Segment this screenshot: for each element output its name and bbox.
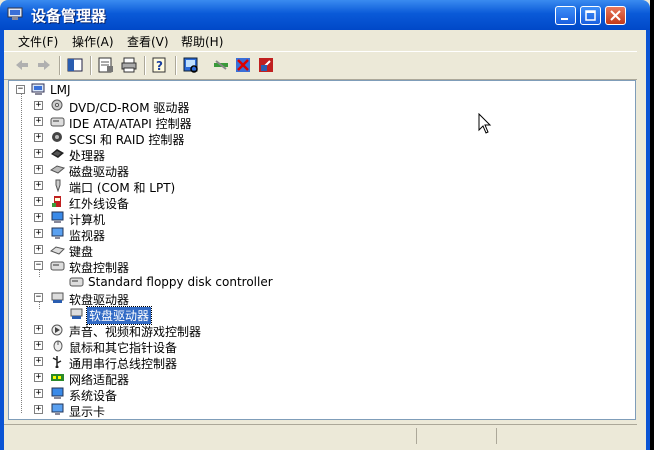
tree-item[interactable]: + DVD/CD-ROM 驱动器 — [9, 98, 309, 115]
tree-item[interactable]: + 磁盘驱动器 — [9, 162, 309, 179]
expand-icon[interactable]: + — [34, 405, 43, 414]
keyboard-icon — [50, 246, 65, 255]
title-bar[interactable]: 设备管理器 — [0, 0, 650, 30]
status-panel — [416, 428, 497, 444]
disk-drive-icon — [50, 165, 65, 174]
tree-item[interactable]: + 网络适配器 — [9, 370, 309, 387]
toolbar-separator — [175, 56, 177, 75]
system-device-icon — [51, 387, 64, 399]
toolbar-separator — [144, 56, 146, 75]
window-title: 设备管理器 — [31, 7, 107, 25]
computer-icon — [51, 211, 64, 223]
tree-child-item[interactable]: Standard floppy disk controller — [9, 274, 309, 290]
tree-item[interactable]: + 红外线设备 — [9, 194, 309, 211]
window-frame-left — [0, 30, 4, 450]
minimize-icon — [561, 18, 568, 20]
floppy-controller-icon — [69, 277, 84, 287]
tree-child-label: Standard floppy disk controller — [88, 275, 273, 289]
floppy-drive-icon — [51, 292, 64, 303]
expand-icon[interactable]: + — [34, 101, 43, 110]
minimize-button[interactable] — [555, 6, 576, 25]
menu-action[interactable]: 操作(A) — [72, 33, 114, 50]
monitor-icon — [51, 227, 64, 239]
expand-icon[interactable]: + — [34, 373, 43, 382]
expand-icon[interactable]: + — [34, 133, 43, 142]
forward-icon[interactable] — [35, 56, 53, 74]
expand-icon[interactable]: + — [34, 245, 43, 254]
processor-icon — [51, 149, 64, 158]
tree-item[interactable]: + SCSI 和 RAID 控制器 — [9, 130, 309, 147]
tree-root-label: LMJ — [50, 83, 71, 97]
properties-icon[interactable] — [97, 56, 115, 74]
tree-child-item-selected[interactable]: 软盘驱动器 — [9, 306, 309, 325]
toolbar: ? — [4, 51, 637, 80]
mouse-cursor-icon — [478, 113, 492, 134]
close-button[interactable] — [605, 6, 626, 25]
tree-item-label: 显示卡 — [69, 405, 106, 419]
expand-icon[interactable]: + — [34, 389, 43, 398]
tree-item[interactable]: + 计算机 — [9, 210, 309, 227]
sound-icon — [51, 324, 63, 336]
expand-icon[interactable]: + — [34, 165, 43, 174]
expand-icon[interactable]: + — [34, 357, 43, 366]
network-adapter-icon — [51, 374, 64, 381]
device-manager-window: 设备管理器 文件(F) 操作(A) 查看(V) 帮助(H) ? − LMJ + … — [0, 0, 650, 450]
device-tree[interactable]: − LMJ + DVD/CD-ROM 驱动器 + IDE ATA/ATAPI 控… — [8, 80, 636, 420]
tree-item[interactable]: + 处理器 — [9, 146, 309, 163]
tree-item[interactable]: + 声音、视频和游戏控制器 — [9, 322, 309, 339]
expand-icon[interactable]: + — [34, 213, 43, 222]
menu-view[interactable]: 查看(V) — [127, 33, 169, 50]
port-icon — [55, 179, 61, 192]
display-adapter-icon — [51, 403, 64, 415]
tree-item[interactable]: + 监视器 — [9, 226, 309, 243]
usb-icon — [52, 356, 62, 368]
maximize-button[interactable] — [580, 6, 601, 25]
tree-item[interactable]: + 键盘 — [9, 242, 309, 259]
ide-controller-icon — [50, 117, 65, 127]
expand-icon[interactable]: + — [34, 325, 43, 334]
tree-item[interactable]: + IDE ATA/ATAPI 控制器 — [9, 114, 309, 131]
menu-help[interactable]: 帮助(H) — [181, 33, 223, 50]
update-driver-icon[interactable] — [212, 56, 230, 74]
uninstall-device-icon[interactable] — [257, 56, 275, 74]
close-icon — [610, 10, 621, 21]
mouse-icon — [53, 340, 63, 352]
expand-icon[interactable]: + — [34, 229, 43, 238]
help-icon[interactable]: ? — [151, 56, 169, 74]
floppy-controller-icon — [50, 261, 65, 271]
tree-item[interactable]: − 软盘控制器 — [9, 258, 309, 275]
show-hide-tree-icon[interactable] — [66, 56, 84, 74]
svg-text:?: ? — [156, 59, 163, 73]
device-manager-icon — [7, 7, 23, 20]
expand-icon[interactable]: + — [34, 149, 43, 158]
print-icon[interactable] — [120, 56, 138, 74]
tree-item[interactable]: + 通用串行总线控制器 — [9, 354, 309, 371]
status-panel — [496, 428, 637, 444]
floppy-drive-icon — [70, 308, 83, 319]
expand-icon[interactable]: + — [34, 181, 43, 190]
disable-device-icon[interactable] — [234, 56, 252, 74]
tree-item[interactable]: + 显示卡 — [9, 402, 309, 419]
expand-icon[interactable]: + — [34, 117, 43, 126]
scsi-controller-icon — [52, 132, 62, 142]
status-bar — [4, 424, 637, 447]
expand-icon[interactable]: + — [34, 341, 43, 350]
toolbar-separator — [59, 56, 61, 75]
menu-file[interactable]: 文件(F) — [18, 33, 58, 50]
menu-bar: 文件(F) 操作(A) 查看(V) 帮助(H) — [4, 30, 637, 51]
window-frame-right — [646, 30, 650, 450]
tree-root[interactable]: − LMJ — [9, 82, 309, 98]
tree-item[interactable]: + 鼠标和其它指针设备 — [9, 338, 309, 355]
expand-icon[interactable]: + — [34, 197, 43, 206]
infrared-icon — [52, 196, 61, 207]
dvd-drive-icon — [51, 99, 63, 111]
toolbar-separator — [90, 56, 92, 75]
tree-item[interactable]: + 端口 (COM 和 LPT) — [9, 178, 309, 195]
computer-icon — [31, 83, 45, 95]
tree-item[interactable]: − 软盘驱动器 — [9, 290, 309, 307]
back-icon[interactable] — [13, 56, 31, 74]
scan-hardware-icon[interactable] — [182, 56, 200, 74]
maximize-icon — [585, 10, 596, 21]
tree-item[interactable]: + 系统设备 — [9, 386, 309, 403]
